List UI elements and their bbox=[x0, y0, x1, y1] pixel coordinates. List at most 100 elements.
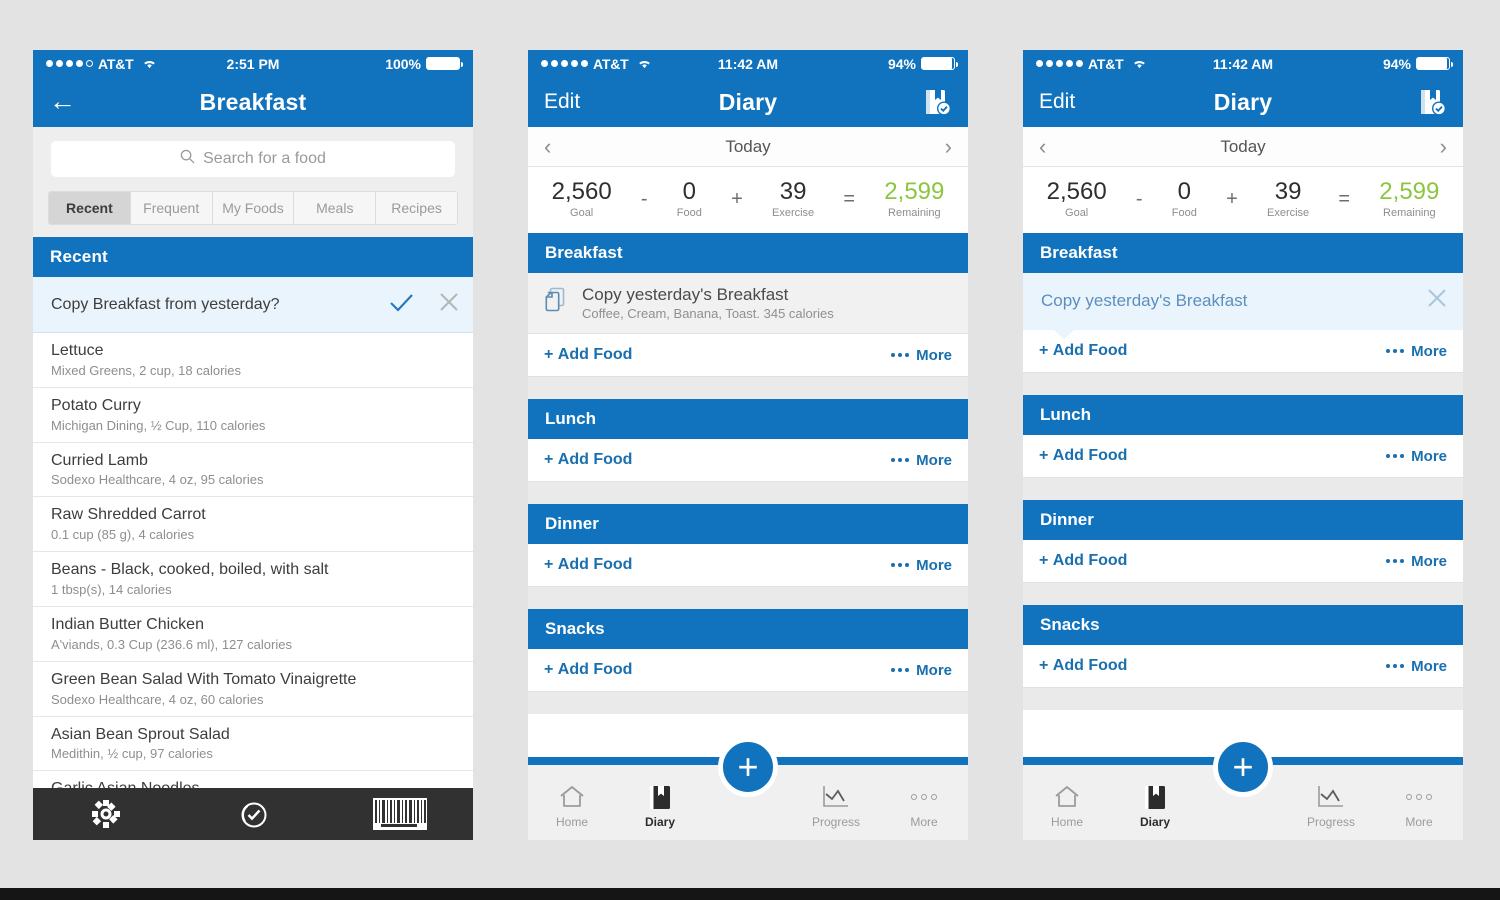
more-label: More bbox=[916, 346, 952, 364]
ellipsis-icon bbox=[1386, 454, 1405, 459]
more-button[interactable]: More bbox=[891, 452, 952, 469]
add-food-button[interactable]: + Add Food bbox=[1039, 552, 1127, 570]
remaining-value: 2,599 bbox=[884, 178, 945, 205]
section-header-recent: Recent bbox=[33, 237, 473, 277]
more-button[interactable]: More bbox=[1386, 658, 1447, 675]
list-item[interactable]: Curried Lamb Sodexo Healthcare, 4 oz, 95… bbox=[33, 443, 473, 498]
save-diary-icon[interactable] bbox=[1417, 87, 1447, 117]
add-food-button[interactable]: + Add Food bbox=[544, 661, 632, 679]
tab-more[interactable]: More bbox=[1375, 783, 1463, 829]
add-food-label: Add Food bbox=[1052, 447, 1128, 465]
list-item[interactable]: Potato Curry Michigan Dining, ½ Cup, 110… bbox=[33, 388, 473, 443]
operator-equals: = bbox=[1338, 187, 1351, 210]
search-input[interactable]: Search for a food bbox=[51, 141, 455, 177]
more-button[interactable]: More bbox=[1386, 553, 1447, 570]
dinner-actions: + Add Food More bbox=[528, 544, 968, 588]
list-item[interactable]: Garlic Asian Noodles bbox=[33, 771, 473, 790]
copy-yesterday-suggestion[interactable]: Copy yesterday's Breakfast Coffee, Cream… bbox=[528, 273, 968, 335]
current-day-label: Today bbox=[1220, 136, 1266, 156]
copy-yesterday-tooltip[interactable]: Copy yesterday's Breakfast bbox=[1023, 273, 1463, 340]
more-button[interactable]: More bbox=[891, 347, 952, 364]
tab-label: Progress bbox=[811, 815, 861, 829]
food-label: Food bbox=[676, 207, 702, 220]
add-food-button[interactable]: + Add Food bbox=[544, 556, 632, 574]
edit-button[interactable]: Edit bbox=[1039, 90, 1075, 114]
add-food-label: Add Food bbox=[557, 346, 633, 364]
add-food-label: Add Food bbox=[1052, 552, 1128, 570]
tab-frequent[interactable]: Frequent bbox=[131, 192, 213, 224]
status-bar-right: 94% bbox=[888, 56, 958, 72]
stat-remaining: 2,599 Remaining bbox=[1379, 179, 1439, 219]
copy-breakfast-prompt[interactable]: Copy Breakfast from yesterday? bbox=[33, 277, 473, 333]
tab-progress[interactable]: Progress bbox=[1287, 783, 1375, 829]
tab-diary[interactable]: Diary bbox=[616, 783, 704, 829]
current-day-label: Today bbox=[725, 136, 771, 156]
recent-foods-list: Lettuce Mixed Greens, 2 cup, 18 calories… bbox=[33, 333, 473, 790]
back-arrow-icon: ← bbox=[49, 86, 76, 116]
nav-bar: ← Breakfast bbox=[33, 77, 473, 127]
gear-icon[interactable] bbox=[33, 798, 180, 830]
tab-home[interactable]: Home bbox=[528, 783, 616, 829]
list-item[interactable]: Indian Butter Chicken A'viands, 0.3 Cup … bbox=[33, 607, 473, 662]
calorie-summary: 2,560 Goal - 0 Food + 39 Exercise = 2,59… bbox=[1023, 167, 1463, 234]
edit-button[interactable]: Edit bbox=[544, 90, 580, 114]
food-name: Curried Lamb bbox=[51, 451, 148, 469]
food-description: Michigan Dining, ½ Cup, 110 calories bbox=[51, 417, 266, 433]
save-diary-icon[interactable] bbox=[922, 87, 952, 117]
tab-progress[interactable]: Progress bbox=[792, 783, 880, 829]
breakfast-actions: + Add Food More bbox=[528, 334, 968, 378]
list-item[interactable]: Beans - Black, cooked, boiled, with salt… bbox=[33, 552, 473, 607]
status-bar-right: 100% bbox=[385, 56, 463, 72]
status-bar: AT&T 2:51 PM 100% bbox=[33, 50, 473, 77]
list-item[interactable]: Asian Bean Sprout Salad Medithin, ½ cup,… bbox=[33, 717, 473, 772]
meal-header-dinner: Dinner bbox=[1023, 500, 1463, 541]
back-button[interactable]: ← bbox=[49, 88, 76, 116]
suggestion-subtitle: Coffee, Cream, Banana, Toast. 345 calori… bbox=[582, 306, 834, 322]
add-food-label: Add Food bbox=[557, 556, 633, 574]
close-icon[interactable] bbox=[439, 291, 459, 318]
check-circle-icon[interactable] bbox=[180, 797, 327, 831]
tab-recent[interactable]: Recent bbox=[49, 192, 131, 224]
tab-meals[interactable]: Meals bbox=[294, 192, 377, 224]
exercise-value: 39 bbox=[1274, 178, 1302, 205]
checkmark-icon[interactable] bbox=[390, 291, 413, 318]
food-name: Beans - Black, cooked, boiled, with salt bbox=[51, 561, 329, 579]
food-name: Potato Curry bbox=[51, 396, 141, 414]
tab-label: More bbox=[910, 815, 938, 829]
tooltip-pointer bbox=[1053, 329, 1075, 340]
add-food-button[interactable]: + Add Food bbox=[1039, 657, 1127, 675]
tab-recipes[interactable]: Recipes bbox=[376, 192, 457, 224]
tab-home[interactable]: Home bbox=[1023, 783, 1111, 829]
add-food-button[interactable]: + Add Food bbox=[1039, 342, 1127, 360]
add-entry-fab[interactable]: + bbox=[718, 737, 778, 797]
tab-diary[interactable]: Diary bbox=[1111, 783, 1199, 829]
section-gap bbox=[528, 587, 968, 610]
list-item[interactable]: Raw Shredded Carrot 0.1 cup (85 g), 4 ca… bbox=[33, 497, 473, 553]
segmented-control: Recent Frequent My Foods Meals Recipes bbox=[48, 191, 458, 225]
add-food-button[interactable]: + Add Food bbox=[1039, 447, 1127, 465]
more-button[interactable]: More bbox=[891, 662, 952, 679]
more-label: More bbox=[916, 451, 952, 469]
add-food-button[interactable]: + Add Food bbox=[544, 451, 632, 469]
barcode-icon[interactable] bbox=[326, 798, 473, 830]
add-entry-fab[interactable]: + bbox=[1213, 737, 1273, 797]
tab-label: Diary bbox=[644, 815, 676, 829]
tab-more[interactable]: More bbox=[880, 783, 968, 829]
list-item[interactable]: Green Bean Salad With Tomato Vinaigrette… bbox=[33, 662, 473, 717]
tab-my-foods[interactable]: My Foods bbox=[213, 192, 295, 224]
chart-line-icon bbox=[792, 783, 880, 811]
close-icon[interactable] bbox=[1427, 288, 1447, 314]
list-item[interactable]: Lettuce Mixed Greens, 2 cup, 18 calories bbox=[33, 333, 473, 388]
snacks-actions: + Add Food More bbox=[1023, 645, 1463, 689]
add-food-button[interactable]: + Add Food bbox=[544, 346, 632, 364]
more-button[interactable]: More bbox=[1386, 343, 1447, 360]
section-gap bbox=[528, 692, 968, 715]
goal-value: 2,560 bbox=[1046, 178, 1107, 205]
screenshot-canvas: AT&T 2:51 PM 100% ← Breakfast Search for… bbox=[0, 0, 1500, 900]
more-button[interactable]: More bbox=[891, 557, 952, 574]
status-bar-right: 94% bbox=[1383, 56, 1453, 72]
ellipsis-icon bbox=[880, 783, 968, 811]
more-button[interactable]: More bbox=[1386, 448, 1447, 465]
goal-label: Goal bbox=[570, 207, 594, 220]
operator-plus: + bbox=[1226, 187, 1238, 210]
